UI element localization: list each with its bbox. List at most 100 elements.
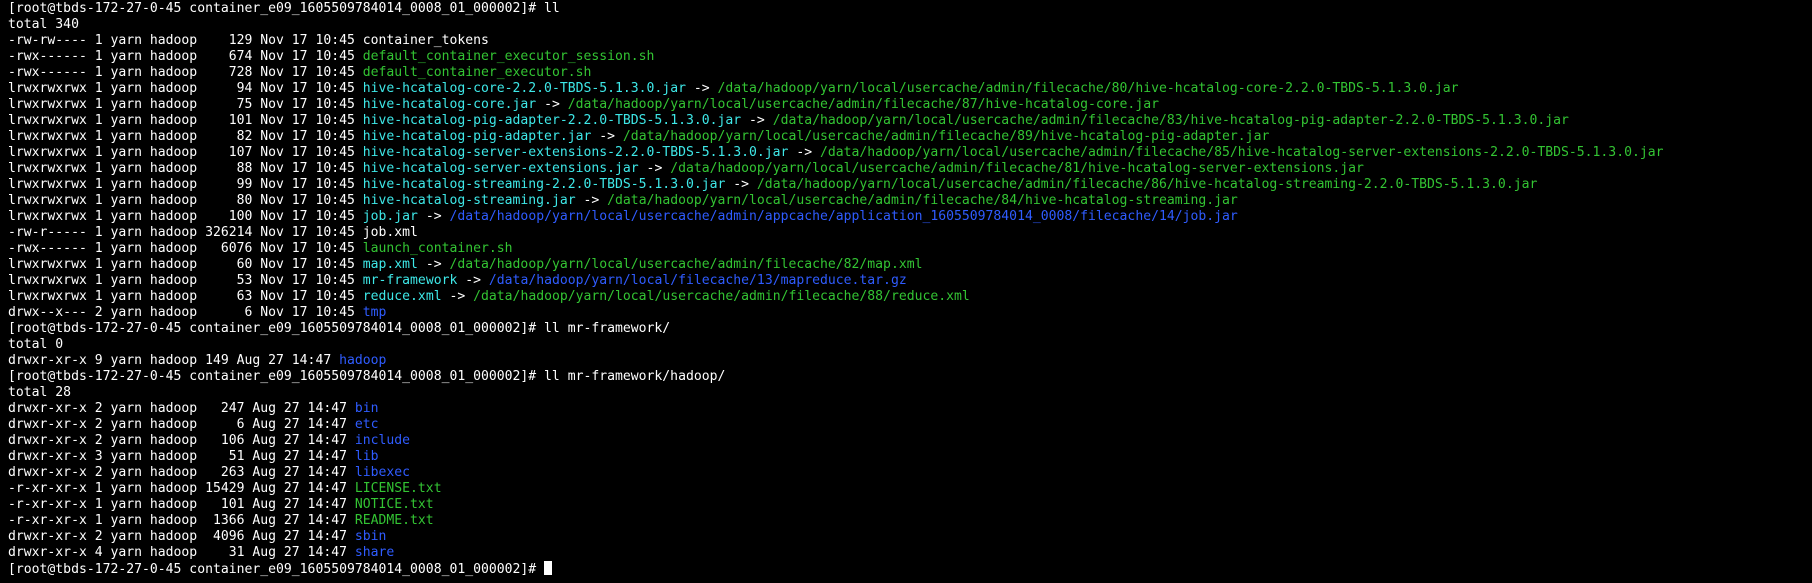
terminal-window[interactable]: [root@tbds-172-27-0-45 container_e09_160… bbox=[0, 0, 1812, 583]
file-name: bin bbox=[354, 401, 379, 416]
file-entry-row: -rw-rw---- 1 yarn hadoop 129 Nov 17 10:4… bbox=[8, 33, 1804, 49]
file-name: lib bbox=[354, 449, 379, 464]
symlink-name: hive-hcatalog-pig-adapter.jar bbox=[362, 129, 592, 144]
symlink-name: hive-hcatalog-streaming.jar bbox=[362, 193, 576, 208]
symlink-target-path: /data/hadoop/yarn/local/usercache/admin/… bbox=[622, 129, 1270, 144]
output-text: total 28 bbox=[8, 385, 72, 400]
prompt-text: [root@tbds-172-27-0-45 container_e09_160… bbox=[8, 562, 545, 577]
active-prompt-line[interactable]: [root@tbds-172-27-0-45 container_e09_160… bbox=[8, 561, 1804, 577]
shell-prompt-line: [root@tbds-172-27-0-45 container_e09_160… bbox=[8, 1, 1804, 17]
file-metadata: -rwx------ 1 yarn hadoop 6076 Nov 17 10:… bbox=[8, 241, 363, 256]
symlink-name: map.xml bbox=[362, 257, 418, 272]
symlink-target-path: /data/hadoop/yarn/local/usercache/admin/… bbox=[820, 145, 1664, 160]
symlink-name: reduce.xml bbox=[362, 289, 442, 304]
symlink-entry-row: lrwxrwxrwx 1 yarn hadoop 53 Nov 17 10:45… bbox=[8, 273, 1804, 289]
file-entry-row: drwx--x--- 2 yarn hadoop 6 Nov 17 10:45 … bbox=[8, 305, 1804, 321]
file-name: job.xml bbox=[362, 225, 418, 240]
symlink-entry-row: lrwxrwxrwx 1 yarn hadoop 100 Nov 17 10:4… bbox=[8, 209, 1804, 225]
file-metadata: -rw-rw---- 1 yarn hadoop 129 Nov 17 10:4… bbox=[8, 33, 363, 48]
file-metadata: -r-xr-xr-x 1 yarn hadoop 15429 Aug 27 14… bbox=[8, 481, 355, 496]
file-name: share bbox=[354, 545, 395, 560]
file-metadata: drwxr-xr-x 2 yarn hadoop 263 Aug 27 14:4… bbox=[8, 465, 355, 480]
symlink-entry-row: lrwxrwxrwx 1 yarn hadoop 94 Nov 17 10:45… bbox=[8, 81, 1804, 97]
file-metadata: lrwxrwxrwx 1 yarn hadoop 107 Nov 17 10:4… bbox=[8, 145, 363, 160]
symlink-target-path: /data/hadoop/yarn/local/usercache/admin/… bbox=[756, 177, 1538, 192]
total-line: total 0 bbox=[8, 337, 1804, 353]
file-metadata: lrwxrwxrwx 1 yarn hadoop 94 Nov 17 10:45 bbox=[8, 81, 363, 96]
file-name: container_tokens bbox=[362, 33, 489, 48]
symlink-name: hive-hcatalog-streaming-2.2.0-TBDS-5.1.3… bbox=[362, 177, 726, 192]
file-entry-row: drwxr-xr-x 2 yarn hadoop 247 Aug 27 14:4… bbox=[8, 401, 1804, 417]
shell-prompt-line: [root@tbds-172-27-0-45 container_e09_160… bbox=[8, 321, 1804, 337]
symlink-entry-row: lrwxrwxrwx 1 yarn hadoop 99 Nov 17 10:45… bbox=[8, 177, 1804, 193]
file-metadata: lrwxrwxrwx 1 yarn hadoop 88 Nov 17 10:45 bbox=[8, 161, 363, 176]
file-metadata: lrwxrwxrwx 1 yarn hadoop 101 Nov 17 10:4… bbox=[8, 113, 363, 128]
symlink-entry-row: lrwxrwxrwx 1 yarn hadoop 82 Nov 17 10:45… bbox=[8, 129, 1804, 145]
prompt-command-text: [root@tbds-172-27-0-45 container_e09_160… bbox=[8, 321, 671, 336]
symlink-target-path: /data/hadoop/yarn/local/usercache/admin/… bbox=[473, 289, 970, 304]
symlink-arrow: -> bbox=[417, 209, 450, 224]
file-entry-row: drwxr-xr-x 2 yarn hadoop 106 Aug 27 14:4… bbox=[8, 433, 1804, 449]
file-name: NOTICE.txt bbox=[354, 497, 434, 512]
file-entry-row: drwxr-xr-x 2 yarn hadoop 6 Aug 27 14:47 … bbox=[8, 417, 1804, 433]
symlink-target-path: /data/hadoop/yarn/local/usercache/admin/… bbox=[449, 209, 1238, 224]
file-name: hadoop bbox=[339, 353, 387, 368]
symlink-entry-row: lrwxrwxrwx 1 yarn hadoop 80 Nov 17 10:45… bbox=[8, 193, 1804, 209]
file-metadata: drwxr-xr-x 9 yarn hadoop 149 Aug 27 14:4… bbox=[8, 353, 340, 368]
symlink-target-path: /data/hadoop/yarn/local/filecache/13/map… bbox=[488, 273, 907, 288]
file-name: tmp bbox=[362, 305, 387, 320]
symlink-name: mr-framework bbox=[362, 273, 458, 288]
symlink-entry-row: lrwxrwxrwx 1 yarn hadoop 75 Nov 17 10:45… bbox=[8, 97, 1804, 113]
prompt-command-text: [root@tbds-172-27-0-45 container_e09_160… bbox=[8, 1, 560, 16]
file-metadata: -rw-r----- 1 yarn hadoop 326214 Nov 17 1… bbox=[8, 225, 363, 240]
file-metadata: drwxr-xr-x 4 yarn hadoop 31 Aug 27 14:47 bbox=[8, 545, 355, 560]
file-entry-row: -r-xr-xr-x 1 yarn hadoop 101 Aug 27 14:4… bbox=[8, 497, 1804, 513]
symlink-target-path: /data/hadoop/yarn/local/usercache/admin/… bbox=[670, 161, 1364, 176]
file-metadata: drwxr-xr-x 2 yarn hadoop 6 Aug 27 14:47 bbox=[8, 417, 355, 432]
symlink-arrow: -> bbox=[788, 145, 820, 160]
file-entry-row: drwxr-xr-x 4 yarn hadoop 31 Aug 27 14:47… bbox=[8, 545, 1804, 561]
file-name: sbin bbox=[354, 529, 387, 544]
file-metadata: -r-xr-xr-x 1 yarn hadoop 101 Aug 27 14:4… bbox=[8, 497, 355, 512]
file-entry-row: drwxr-xr-x 2 yarn hadoop 4096 Aug 27 14:… bbox=[8, 529, 1804, 545]
symlink-arrow: -> bbox=[685, 81, 718, 96]
symlink-entry-row: lrwxrwxrwx 1 yarn hadoop 101 Nov 17 10:4… bbox=[8, 113, 1804, 129]
file-entry-row: -rw-r----- 1 yarn hadoop 326214 Nov 17 1… bbox=[8, 225, 1804, 241]
symlink-target-path: /data/hadoop/yarn/local/usercache/admin/… bbox=[772, 113, 1569, 128]
file-metadata: drwxr-xr-x 2 yarn hadoop 247 Aug 27 14:4… bbox=[8, 401, 355, 416]
symlink-entry-row: lrwxrwxrwx 1 yarn hadoop 88 Nov 17 10:45… bbox=[8, 161, 1804, 177]
shell-prompt-line: [root@tbds-172-27-0-45 container_e09_160… bbox=[8, 369, 1804, 385]
file-name: launch_container.sh bbox=[362, 241, 513, 256]
symlink-arrow: -> bbox=[417, 257, 450, 272]
total-line: total 340 bbox=[8, 17, 1804, 33]
file-entry-row: -rwx------ 1 yarn hadoop 728 Nov 17 10:4… bbox=[8, 65, 1804, 81]
file-metadata: lrwxrwxrwx 1 yarn hadoop 75 Nov 17 10:45 bbox=[8, 97, 363, 112]
file-name: README.txt bbox=[354, 513, 434, 528]
file-name: LICENSE.txt bbox=[354, 481, 442, 496]
symlink-arrow: -> bbox=[741, 113, 773, 128]
file-entry-row: -rwx------ 1 yarn hadoop 6076 Nov 17 10:… bbox=[8, 241, 1804, 257]
terminal-cursor[interactable] bbox=[544, 561, 553, 575]
symlink-target-path: /data/hadoop/yarn/local/usercache/admin/… bbox=[449, 257, 923, 272]
file-metadata: lrwxrwxrwx 1 yarn hadoop 100 Nov 17 10:4… bbox=[8, 209, 363, 224]
file-metadata: lrwxrwxrwx 1 yarn hadoop 80 Nov 17 10:45 bbox=[8, 193, 363, 208]
symlink-arrow: -> bbox=[591, 129, 623, 144]
file-metadata: -rwx------ 1 yarn hadoop 728 Nov 17 10:4… bbox=[8, 65, 363, 80]
symlink-arrow: -> bbox=[457, 273, 489, 288]
symlink-entry-row: lrwxrwxrwx 1 yarn hadoop 60 Nov 17 10:45… bbox=[8, 257, 1804, 273]
symlink-name: job.jar bbox=[362, 209, 418, 224]
file-metadata: lrwxrwxrwx 1 yarn hadoop 82 Nov 17 10:45 bbox=[8, 129, 363, 144]
file-metadata: drwxr-xr-x 3 yarn hadoop 51 Aug 27 14:47 bbox=[8, 449, 355, 464]
total-line: total 28 bbox=[8, 385, 1804, 401]
file-entry-row: -r-xr-xr-x 1 yarn hadoop 1366 Aug 27 14:… bbox=[8, 513, 1804, 529]
symlink-name: hive-hcatalog-core-2.2.0-TBDS-5.1.3.0.ja… bbox=[362, 81, 686, 96]
symlink-arrow: -> bbox=[638, 161, 671, 176]
file-name: default_container_executor.sh bbox=[362, 65, 592, 80]
symlink-target-path: /data/hadoop/yarn/local/usercache/admin/… bbox=[607, 193, 1238, 208]
file-metadata: drwxr-xr-x 2 yarn hadoop 4096 Aug 27 14:… bbox=[8, 529, 355, 544]
symlink-target-path: /data/hadoop/yarn/local/usercache/admin/… bbox=[567, 97, 1159, 112]
file-metadata: lrwxrwxrwx 1 yarn hadoop 63 Nov 17 10:45 bbox=[8, 289, 363, 304]
file-entry-row: drwxr-xr-x 2 yarn hadoop 263 Aug 27 14:4… bbox=[8, 465, 1804, 481]
file-name: libexec bbox=[354, 465, 411, 480]
symlink-name: hive-hcatalog-server-extensions-2.2.0-TB… bbox=[362, 145, 789, 160]
